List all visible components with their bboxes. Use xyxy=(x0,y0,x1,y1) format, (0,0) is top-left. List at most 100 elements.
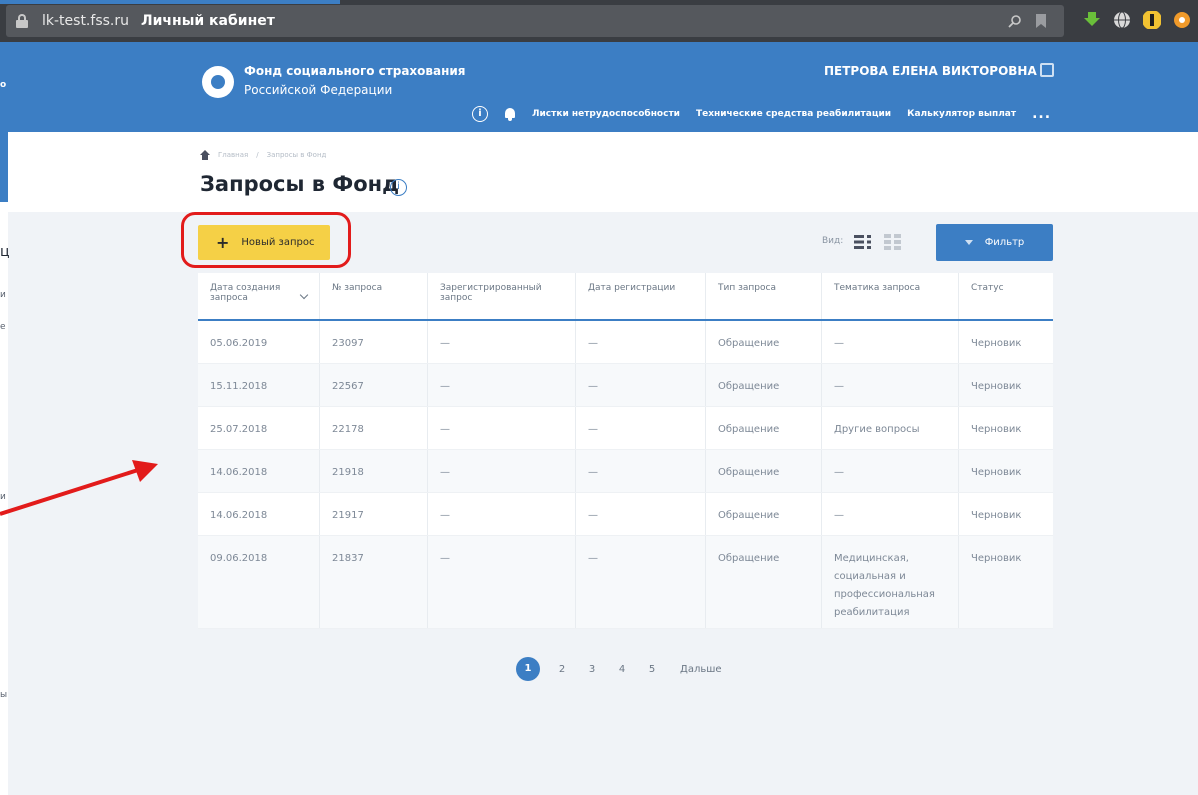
table-cell: Обращение xyxy=(706,536,822,628)
breadcrumb-separator: / xyxy=(256,151,259,159)
page-1-button[interactable]: 1 xyxy=(516,657,540,681)
left-edge-fragment: е xyxy=(0,322,6,332)
table-cell: — xyxy=(822,450,959,492)
table-cell: 21918 xyxy=(320,450,428,492)
filter-icon xyxy=(964,240,973,245)
page-4-button[interactable]: 4 xyxy=(614,664,630,675)
arrow-annotation xyxy=(0,460,158,516)
breadcrumb-current: Запросы в Фонд xyxy=(266,151,327,159)
nav-item-rehab-tools[interactable]: Технические средства реабилитации xyxy=(696,109,891,119)
table-cell: 22178 xyxy=(320,407,428,449)
table-cell: — xyxy=(576,493,706,535)
sort-chevron-icon[interactable] xyxy=(299,290,309,300)
table-cell: Черновик xyxy=(971,338,1022,349)
table-cell: 25.07.2018 xyxy=(198,407,320,449)
logo-icon[interactable] xyxy=(202,66,234,98)
annotation-highlight-circle xyxy=(181,212,351,268)
filter-button[interactable]: Фильтр xyxy=(936,224,1053,261)
table-cell: — xyxy=(428,493,576,535)
home-icon[interactable] xyxy=(200,150,210,160)
left-panel-blue xyxy=(0,42,8,202)
table-row[interactable]: 15.11.2018 22567— — Обращение — Черновик xyxy=(198,364,1053,407)
page-2-button[interactable]: 2 xyxy=(554,664,570,675)
breadcrumb-home[interactable]: Главная xyxy=(218,151,248,159)
table-cell: — xyxy=(428,321,576,363)
table-cell: — xyxy=(822,493,959,535)
address-bar[interactable]: lk-test.fss.ru Личный кабинет xyxy=(6,5,1064,37)
table-header: Дата создания запроса № запроса Зарегист… xyxy=(198,273,1053,321)
site-header: Фонд социального страхования Российской … xyxy=(8,42,1198,132)
column-header-number[interactable]: № запроса xyxy=(320,273,428,319)
next-page-button[interactable]: Дальше xyxy=(680,664,722,675)
table-cell: Обращение xyxy=(706,364,822,406)
table-cell: 15.11.2018 xyxy=(198,364,320,406)
table-cell: Обращение xyxy=(706,450,822,492)
table-cell: 22567 xyxy=(320,364,428,406)
table-row[interactable]: 25.07.2018 22178— — Обращение Другие вопросы… xyxy=(198,407,1053,450)
column-header-created[interactable]: Дата создания запроса xyxy=(198,273,320,319)
table-cell: — xyxy=(822,364,959,406)
table-cell: 23097 xyxy=(320,321,428,363)
requests-table: Дата создания запроса № запроса Зарегист… xyxy=(198,273,1053,629)
table-row[interactable]: 14.06.2018 21918— — Обращение — Черновик xyxy=(198,450,1053,493)
globe-extension-icon[interactable] xyxy=(1112,10,1132,30)
page-title: Запросы в Фонд xyxy=(200,172,400,196)
orange-extension-icon[interactable] xyxy=(1172,10,1192,30)
org-name-line2[interactable]: Российской Федерации xyxy=(244,83,392,97)
info-icon[interactable]: i xyxy=(472,106,488,122)
grid-view-icon[interactable] xyxy=(884,234,902,250)
table-cell: — xyxy=(576,407,706,449)
info-icon[interactable]: i xyxy=(390,179,407,196)
table-cell: Черновик xyxy=(971,553,1022,564)
list-view-icon[interactable] xyxy=(854,234,872,250)
table-row[interactable]: 05.06.2019 23097— — Обращение — Черновик xyxy=(198,321,1053,364)
nav-item-calculator[interactable]: Калькулятор выплат xyxy=(907,109,1016,119)
search-icon[interactable] xyxy=(1008,14,1022,28)
table-body: 05.06.2019 23097— — Обращение — Черновик 15.11… xyxy=(198,321,1053,629)
logout-icon[interactable] xyxy=(1040,63,1054,77)
left-edge-fragment: ц xyxy=(0,244,10,260)
table-cell: Черновик xyxy=(971,381,1022,392)
table-cell: Обращение xyxy=(706,321,822,363)
column-header-type[interactable]: Тип запроса xyxy=(706,273,822,319)
table-cell: — xyxy=(428,364,576,406)
table-cell: Черновик xyxy=(971,510,1022,521)
more-menu-button[interactable]: ... xyxy=(1032,106,1051,122)
browser-accent xyxy=(0,0,340,4)
download-extension-icon[interactable] xyxy=(1082,10,1102,30)
left-edge-fragment: ы xyxy=(0,690,8,700)
url-domain: lk-test.fss.ru xyxy=(42,13,129,29)
lock-icon xyxy=(16,14,28,28)
table-cell: 14.06.2018 xyxy=(198,450,320,492)
table-cell: — xyxy=(822,321,959,363)
table-cell: 21917 xyxy=(320,493,428,535)
table-row[interactable]: 09.06.2018 21837— — Обращение Медицинская, с… xyxy=(198,536,1053,629)
table-cell: 14.06.2018 xyxy=(198,493,320,535)
left-edge-fragment: о xyxy=(0,80,7,90)
user-name[interactable]: ПЕТРОВА ЕЛЕНА ВИКТОРОВНА xyxy=(824,64,1037,78)
org-name-line1[interactable]: Фонд социального страхования xyxy=(244,64,466,78)
bell-icon[interactable] xyxy=(504,107,516,121)
page-3-button[interactable]: 3 xyxy=(584,664,600,675)
column-header-status[interactable]: Статус xyxy=(959,273,1053,319)
column-header-registered[interactable]: Зарегистрированный запрос xyxy=(428,273,576,319)
table-cell: Другие вопросы xyxy=(822,407,959,449)
nav-item-sick-leave[interactable]: Листки нетрудоспособности xyxy=(532,109,680,119)
table-cell: Черновик xyxy=(971,424,1022,435)
main-nav: i Листки нетрудоспособности Технические … xyxy=(472,106,1051,122)
table-cell: 05.06.2019 xyxy=(198,321,320,363)
table-cell: — xyxy=(576,536,706,628)
table-cell: Медицинская, социальная и профессиональн… xyxy=(822,536,959,628)
bookmark-icon[interactable] xyxy=(1036,14,1046,28)
yellow-extension-icon[interactable] xyxy=(1142,10,1162,30)
page-5-button[interactable]: 5 xyxy=(644,664,660,675)
table-cell: — xyxy=(576,450,706,492)
table-cell: 21837 xyxy=(320,536,428,628)
left-edge-fragment: и xyxy=(0,290,6,300)
table-cell: — xyxy=(576,364,706,406)
column-header-reg-date[interactable]: Дата регистрации xyxy=(576,273,706,319)
breadcrumb: Главная / Запросы в Фонд xyxy=(200,150,326,160)
table-cell: Обращение xyxy=(706,493,822,535)
table-row[interactable]: 14.06.2018 21917— — Обращение — Черновик xyxy=(198,493,1053,536)
column-header-topic[interactable]: Тематика запроса xyxy=(822,273,959,319)
